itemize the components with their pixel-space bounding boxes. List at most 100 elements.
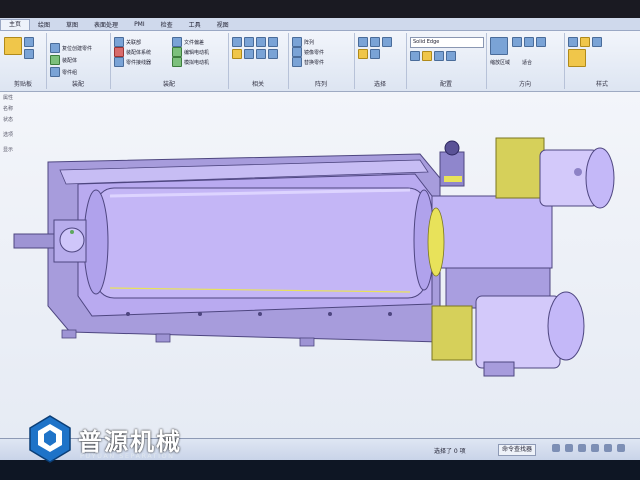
ribbon-group-assemble: 复位创建零件 装配体 零件组 装配 (46, 33, 111, 89)
tab-home[interactable]: 主页 (0, 18, 31, 30)
assembly-button[interactable]: 装配体 (50, 55, 77, 65)
config-c-button[interactable] (434, 51, 444, 61)
select-tool-button[interactable] (4, 37, 22, 55)
tab-view[interactable]: 视图 (209, 20, 237, 29)
simulate-motor-button[interactable]: 模拟电动机 (172, 57, 209, 67)
edit-motor-button[interactable]: 编辑电动机 (172, 47, 209, 57)
select-e-button[interactable] (370, 49, 380, 59)
help-icon[interactable] (552, 444, 560, 452)
ribbon-group-config: Solid Edge 配置 (406, 33, 487, 89)
copy-icon (24, 49, 34, 59)
copy-button[interactable] (24, 49, 34, 59)
replace-part-button[interactable]: 替换零件 (292, 57, 324, 67)
zoom-region-button[interactable]: 缩放区域 (490, 59, 510, 66)
rotate-view-button[interactable] (536, 37, 546, 47)
tab-surface[interactable]: 表面处理 (86, 20, 126, 29)
select-d-button[interactable] (358, 49, 368, 59)
group-label: 配置 (439, 81, 452, 88)
tool-f-button[interactable] (244, 49, 254, 59)
tool-b-button[interactable] (244, 37, 254, 47)
select-b-button[interactable] (370, 37, 380, 47)
tab-tools[interactable]: 工具 (181, 20, 209, 29)
axis-icon (244, 49, 254, 59)
lower-motor-body (475, 295, 561, 369)
fit-button[interactable]: 适合 (522, 59, 532, 66)
wireframe-icon (592, 37, 602, 47)
style-b-button[interactable] (580, 37, 590, 47)
pan-button[interactable] (524, 37, 534, 47)
tab-sketch[interactable]: 草图 (58, 20, 86, 29)
left-shaft (13, 233, 55, 249)
tool-e-button[interactable] (232, 49, 242, 59)
style-dropdown[interactable]: Solid Edge (410, 37, 484, 48)
zoom-icon (490, 37, 508, 55)
tool-g-button[interactable] (256, 49, 266, 59)
relate-icon (114, 37, 124, 47)
upper-motor-fan (585, 147, 615, 209)
file-icon (172, 37, 182, 47)
zoom-area-button[interactable] (512, 37, 522, 47)
part-group-button[interactable]: 零件组 (50, 67, 77, 77)
style-c-button[interactable] (592, 37, 602, 47)
group-label: 装配 (162, 81, 175, 88)
command-finder-input[interactable]: 命令查找器 (498, 444, 537, 456)
snap-icon[interactable] (578, 444, 586, 452)
left-bearing-marker (70, 230, 74, 234)
select-icon (358, 37, 368, 47)
style-a-button[interactable] (568, 37, 578, 47)
paste-button[interactable] (24, 37, 34, 47)
tab-draw[interactable]: 绘图 (30, 20, 58, 29)
group-label: 装配 (71, 81, 84, 88)
mate-icon (232, 49, 242, 59)
shade-icon (568, 37, 578, 47)
view-icon[interactable] (591, 444, 599, 452)
config-b-button[interactable] (422, 51, 432, 61)
create-part-button[interactable]: 复位创建零件 (50, 43, 92, 53)
ribbon-group-assembly-tools: 关联部 装配体系统 零件接线器 文件偏差 编辑电动机 模拟电动机 装配 (110, 33, 229, 89)
align-icon (268, 37, 278, 47)
folder-icon (422, 51, 432, 61)
application-window: 主页 绘图 草图 表面处理 PMI 检查 工具 视图 剪贴板 复位创建零件 装配… (0, 18, 640, 460)
file-deviation-button[interactable]: 文件偏差 (172, 37, 204, 47)
fit-view-icon[interactable] (604, 444, 612, 452)
grid-icon[interactable] (565, 444, 573, 452)
part-icon (50, 43, 60, 53)
ribbon-group-clipboard: 剪贴板 (0, 33, 47, 89)
wire-button[interactable]: 零件接线器 (114, 57, 151, 67)
assembly-system-button[interactable]: 装配体系统 (114, 47, 151, 57)
select-c-button[interactable] (382, 37, 392, 47)
select-a-button[interactable] (358, 37, 368, 47)
ribbon-group-select: 选择 (354, 33, 407, 89)
ribbon-group-pattern: 阵列 镜像零件 替换零件 阵列 (288, 33, 355, 89)
tool-a-button[interactable] (232, 37, 242, 47)
valve-handwheel (444, 140, 460, 156)
ribbon-toolbar: 剪贴板 复位创建零件 装配体 零件组 装配 关联部 装配体系统 零件接线器 文件… (0, 31, 640, 92)
frame-foot (61, 329, 77, 339)
pattern-button[interactable]: 阵列 (292, 37, 314, 47)
replace-icon (292, 57, 302, 67)
filter-icon (370, 37, 380, 47)
group-label: 相关 (251, 81, 264, 88)
tab-inspect[interactable]: 检查 (153, 20, 181, 29)
tab-pmi[interactable]: PMI (126, 21, 153, 28)
simulate-icon (172, 57, 182, 67)
3d-viewport[interactable]: 属性 名称 状态 选项 显示 (0, 92, 640, 438)
settings-icon[interactable] (617, 444, 625, 452)
frame-foot (155, 333, 171, 343)
paste-icon (24, 37, 34, 47)
pan-icon (524, 37, 534, 47)
config-d-button[interactable] (446, 51, 456, 61)
tool-c-button[interactable] (256, 37, 266, 47)
tool-h-button[interactable] (268, 49, 278, 59)
frame-bolt (388, 312, 392, 316)
group-label: 方向 (518, 81, 531, 88)
relate-button[interactable]: 关联部 (114, 37, 141, 47)
style-d-button[interactable] (568, 49, 586, 67)
ribbon-group-orient: 缩放区域 适合 方向 (486, 33, 565, 89)
zoom-button[interactable] (490, 37, 508, 55)
tool-d-button[interactable] (268, 37, 278, 47)
mirror-part-button[interactable]: 镜像零件 (292, 47, 324, 57)
mirror-icon (292, 47, 302, 57)
config-a-button[interactable] (410, 51, 420, 61)
centrifuge-model[interactable] (0, 92, 640, 438)
